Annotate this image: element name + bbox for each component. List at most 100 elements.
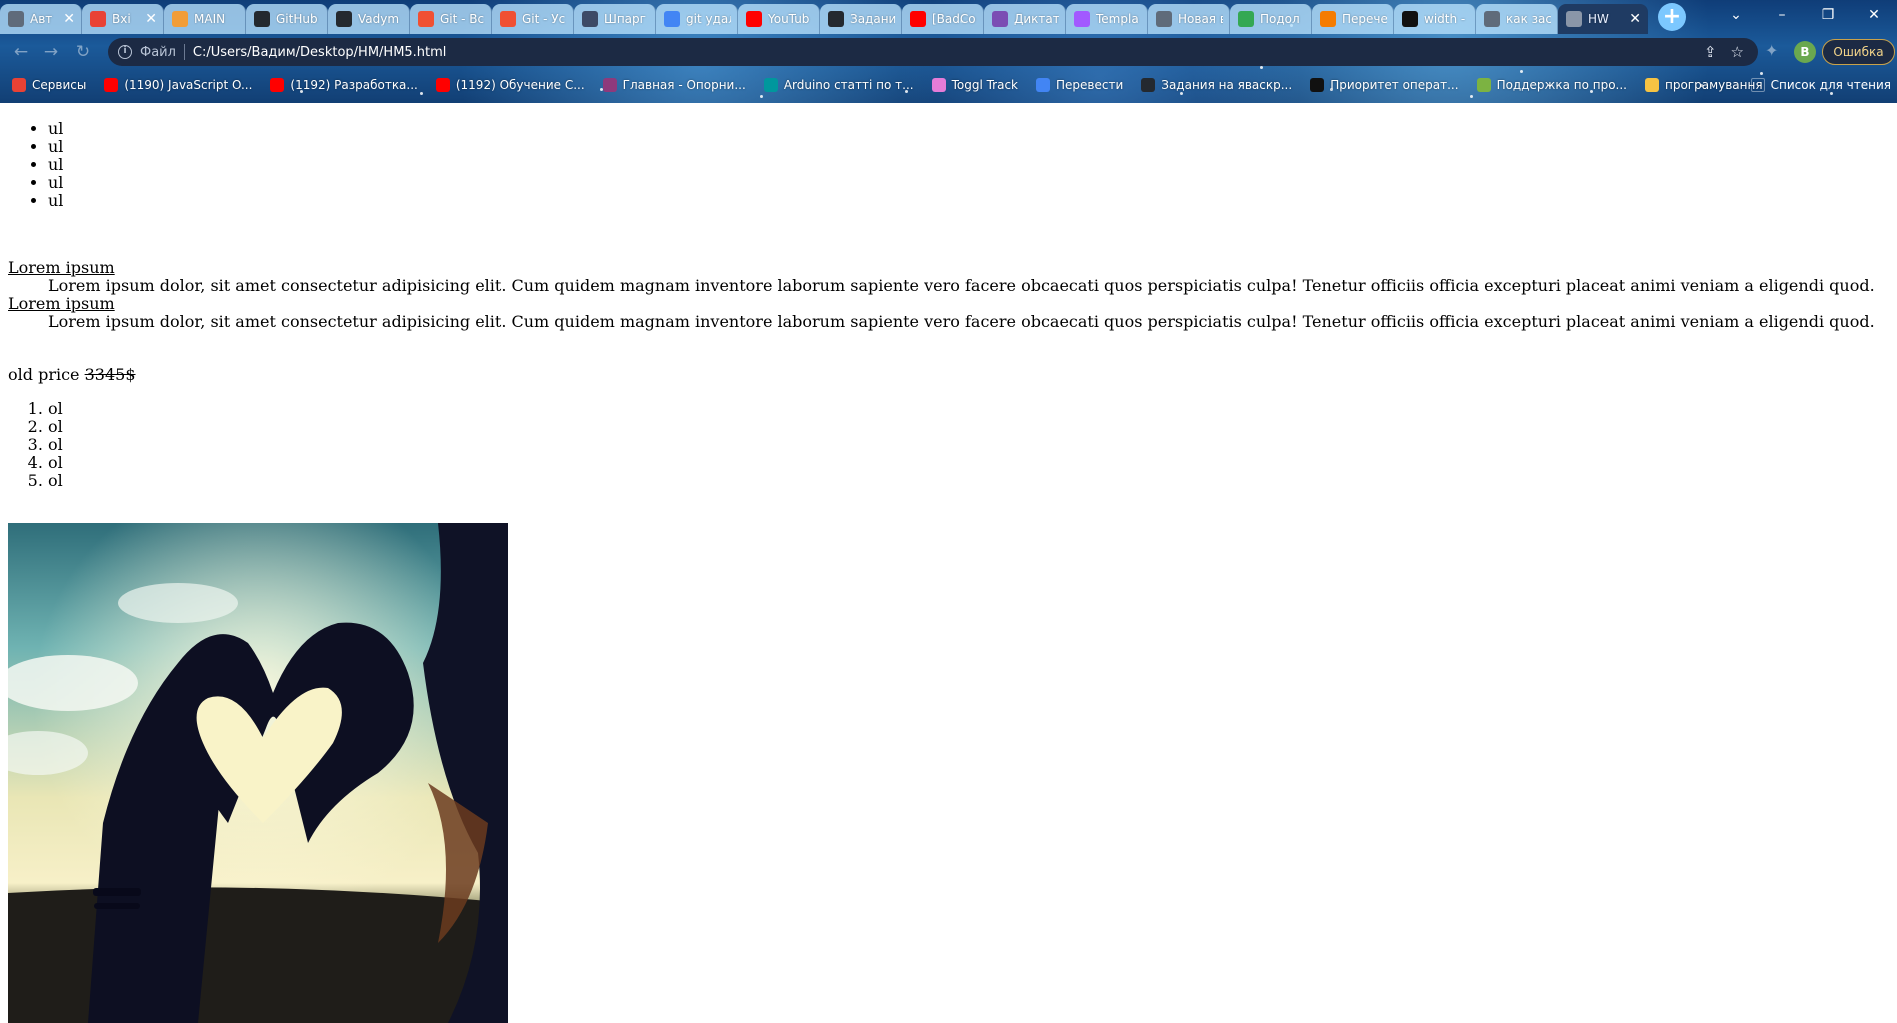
bookmark-item[interactable]: Задания на яваскр... bbox=[1141, 78, 1292, 92]
bookmark-item[interactable]: Toggl Track bbox=[931, 78, 1018, 92]
ol-list-item: ol bbox=[48, 472, 63, 490]
tab-search-button[interactable]: ⌄ bbox=[1713, 0, 1759, 30]
github-icon bbox=[828, 11, 844, 27]
youtube-icon bbox=[435, 78, 450, 92]
tab[interactable]: Перече bbox=[1312, 4, 1394, 34]
tab[interactable]: Templa bbox=[1066, 4, 1148, 34]
youtube-music-icon bbox=[746, 11, 762, 27]
close-tab-icon[interactable]: ✕ bbox=[145, 11, 157, 27]
maps-icon bbox=[1238, 11, 1254, 27]
bookmark-label: (1192) Обучение С... bbox=[455, 78, 585, 92]
tab[interactable]: Шпарг bbox=[574, 4, 656, 34]
bookmark-item[interactable]: Поддержка по про... bbox=[1476, 78, 1627, 92]
bookmark-item[interactable]: Перевести bbox=[1036, 78, 1123, 92]
git-icon bbox=[418, 11, 434, 27]
tab[interactable]: Git - Bc bbox=[410, 4, 492, 34]
tab[interactable]: git удал bbox=[656, 4, 738, 34]
ul-list-item: ul bbox=[48, 138, 63, 156]
chrome-icon bbox=[1156, 11, 1172, 27]
globe-icon bbox=[1566, 11, 1582, 27]
bookmark-label: Сервисы bbox=[32, 78, 87, 92]
bookmark-item[interactable]: (1190) JavaScript O... bbox=[104, 78, 252, 92]
tab[interactable]: Новая в bbox=[1148, 4, 1230, 34]
arduino-icon bbox=[763, 78, 778, 92]
ol-list-item: ol bbox=[48, 454, 63, 472]
forward-arrow-icon[interactable]: → bbox=[40, 41, 62, 63]
tab-title: git удал bbox=[686, 12, 731, 26]
reading-list-label: Список для чтения bbox=[1770, 78, 1891, 92]
bookmark-item[interactable]: Главная - Опорни... bbox=[602, 78, 746, 92]
bookmark-label: Arduino статті по т... bbox=[783, 78, 914, 92]
bookmark-item[interactable]: програмування bbox=[1645, 78, 1763, 92]
site-info-icon[interactable]: i bbox=[118, 45, 132, 59]
address-url[interactable]: C:/Users/Вадим/Desktop/HM/HM5.html bbox=[193, 45, 1704, 60]
tab[interactable]: Git - Уc bbox=[492, 4, 574, 34]
youtube-icon bbox=[104, 78, 119, 92]
ol-list-item: ol bbox=[48, 418, 63, 436]
tab[interactable]: как зас bbox=[1476, 4, 1558, 34]
bookmark-label: Перевести bbox=[1056, 78, 1124, 92]
bookmark-star-icon[interactable]: ☆ bbox=[1731, 43, 1744, 61]
bookmark-label: Приоритет операт... bbox=[1330, 78, 1459, 92]
tab[interactable]: Подол bbox=[1230, 4, 1312, 34]
reading-list[interactable]: Список для чтения bbox=[1750, 70, 1897, 100]
tab[interactable]: Vadym bbox=[328, 4, 410, 34]
apps-grid-icon bbox=[12, 78, 26, 92]
tab[interactable]: [BadCo bbox=[902, 4, 984, 34]
figma-icon bbox=[1074, 11, 1090, 27]
extensions-puzzle-icon[interactable]: ✦ bbox=[1765, 41, 1778, 60]
close-tab-icon[interactable]: ✕ bbox=[1629, 11, 1641, 27]
error-status-button[interactable]: Ошибка bbox=[1822, 39, 1895, 65]
tab-strip: Авт ✕ Вхі ✕ MAIN GitHub Vadym Git - Bc Git - Уc Ш… bbox=[0, 0, 1720, 34]
tab-title: Диктат bbox=[1014, 12, 1059, 26]
github-icon bbox=[254, 11, 270, 27]
minimize-button[interactable]: – bbox=[1759, 0, 1805, 30]
address-bar[interactable]: i Файл C:/Users/Вадим/Desktop/HM/HM5.htm… bbox=[108, 38, 1758, 66]
definition-description: Lorem ipsum dolor, sit amet consectetur … bbox=[48, 276, 1875, 295]
reload-icon[interactable]: ↻ bbox=[72, 41, 94, 63]
book-icon bbox=[992, 11, 1008, 27]
tab[interactable]: YouTub bbox=[738, 4, 820, 34]
bookmark-item[interactable]: (1192) Обучение С... bbox=[435, 78, 585, 92]
toggl-icon bbox=[931, 78, 946, 92]
ul-list-item: ul bbox=[48, 174, 63, 192]
back-arrow-icon[interactable]: ← bbox=[10, 41, 32, 63]
tab[interactable]: Вхі ✕ bbox=[82, 4, 164, 34]
bookmark-item[interactable]: (1192) Разработка... bbox=[270, 78, 418, 92]
browser-chrome: Авт ✕ Вхі ✕ MAIN GitHub Vadym Git - Bc Git - Уc Ш… bbox=[0, 0, 1897, 103]
tab[interactable]: width - bbox=[1394, 4, 1476, 34]
gmail-icon bbox=[90, 11, 106, 27]
ol-list-item: ol bbox=[48, 400, 63, 418]
ordered-list: ololololol bbox=[48, 400, 63, 490]
bookmark-item[interactable]: Сервисы bbox=[12, 78, 86, 92]
tab-title: Vadym bbox=[358, 12, 400, 26]
tab-title: Шпарг bbox=[604, 12, 646, 26]
tab-title: width - bbox=[1424, 12, 1466, 26]
address-separator bbox=[183, 44, 185, 60]
tab-title: MAIN bbox=[194, 12, 226, 26]
new-tab-button[interactable]: + bbox=[1658, 3, 1686, 31]
tab-active[interactable]: HW ✕ bbox=[1558, 4, 1648, 34]
tab[interactable]: GitHub bbox=[246, 4, 328, 34]
tab[interactable]: Авт ✕ bbox=[0, 4, 82, 34]
restore-button[interactable]: ❐ bbox=[1805, 0, 1851, 30]
owl-icon bbox=[582, 11, 598, 27]
bookmark-item[interactable]: Arduino статті по т... bbox=[763, 78, 914, 92]
tab[interactable]: Задани bbox=[820, 4, 902, 34]
tab-title: HW bbox=[1588, 12, 1609, 26]
git-icon bbox=[500, 11, 516, 27]
old-price: 3345$ bbox=[84, 365, 136, 384]
bookmark-label: (1190) JavaScript O... bbox=[124, 78, 253, 92]
close-window-button[interactable]: ✕ bbox=[1851, 0, 1897, 30]
tab[interactable]: Диктат bbox=[984, 4, 1066, 34]
tab-title: Перече bbox=[1342, 12, 1387, 26]
profile-avatar[interactable]: B bbox=[1794, 41, 1816, 63]
definition-description: Lorem ipsum dolor, sit amet consectetur … bbox=[48, 312, 1875, 331]
tab-title: Git - Уc bbox=[522, 12, 566, 26]
bookmark-item[interactable]: Приоритет операт... bbox=[1310, 78, 1459, 92]
ul-list-item: ul bbox=[48, 120, 63, 138]
share-icon[interactable]: ⇪ bbox=[1704, 43, 1717, 61]
ol-list-item: ol bbox=[48, 436, 63, 454]
close-tab-icon[interactable]: ✕ bbox=[63, 11, 75, 27]
tab[interactable]: MAIN bbox=[164, 4, 246, 34]
